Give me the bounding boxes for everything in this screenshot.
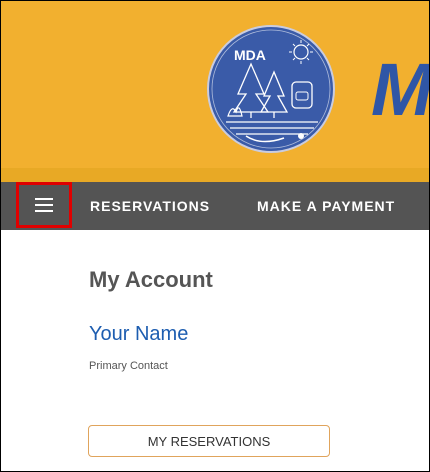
mda-logo[interactable]: MDA [206,24,336,154]
menu-button[interactable] [16,182,72,228]
page-title: My Account [89,267,213,292]
nav-make-a-payment[interactable]: MAKE A PAYMENT [257,182,395,230]
header-banner: MDA M [1,1,429,168]
header-divider [1,168,429,182]
nav-reservations[interactable]: RESERVATIONS [90,182,210,230]
hamburger-icon [35,198,53,212]
logo-text: MDA [234,47,266,63]
brand-wordmark: M [371,48,430,131]
main-nav: RESERVATIONS MAKE A PAYMENT [1,182,429,230]
user-name: Your Name [89,323,189,345]
app-frame: MDA M RESERVATIONS MAKE A PAYMENT My Acc… [0,0,430,472]
my-reservations-button[interactable]: MY RESERVATIONS [88,425,330,457]
user-role: Primary Contact [89,360,168,372]
